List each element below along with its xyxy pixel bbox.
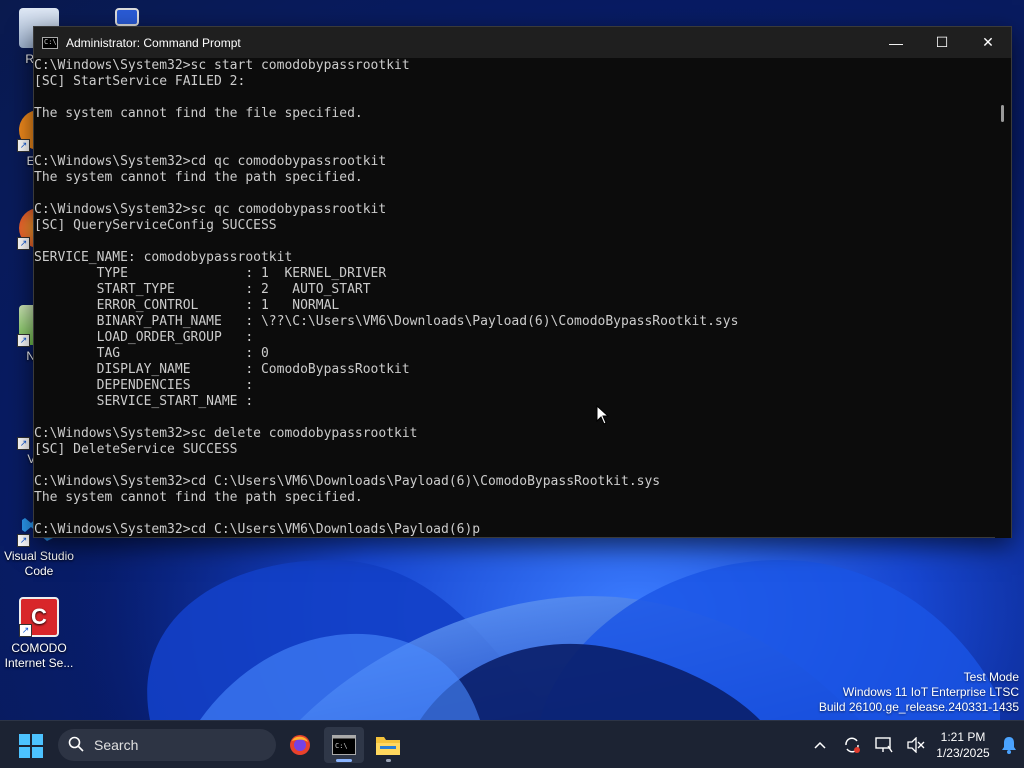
shortcut-arrow-icon: ↗	[17, 139, 30, 152]
volume-muted-icon[interactable]	[900, 737, 932, 753]
console-line: C:\Windows\System32>sc start comodobypas…	[34, 58, 410, 73]
shortcut-arrow-icon: ↗	[17, 534, 30, 547]
clock-date: 1/23/2025	[936, 746, 990, 760]
vertical-scrollbar[interactable]	[995, 58, 1011, 538]
console-line: ERROR_CONTROL : 1 NORMAL	[34, 298, 340, 313]
system-tray: 1:21 PM 1/23/2025	[804, 721, 1024, 768]
console-line: TAG : 0	[34, 346, 269, 361]
test-mode-watermark: Test Mode Windows 11 IoT Enterprise LTSC…	[819, 670, 1019, 715]
shortcut-arrow-icon: ↗	[19, 624, 32, 637]
window-titlebar[interactable]: C:\ Administrator: Command Prompt — ☐ ✕	[34, 27, 1011, 58]
watermark-line-1: Test Mode	[963, 670, 1019, 684]
scrollbar-thumb[interactable]	[1001, 105, 1004, 122]
console-output[interactable]: C:\Windows\System32>sc start comodobypas…	[34, 58, 996, 538]
console-line: [SC] QueryServiceConfig SUCCESS	[34, 218, 277, 233]
mouse-cursor-icon	[596, 404, 610, 430]
taskbar: Search C:\ 1:21 PM 1/23/2025	[0, 720, 1024, 768]
command-prompt-window[interactable]: C:\ Administrator: Command Prompt — ☐ ✕ …	[33, 26, 1012, 538]
maximize-button[interactable]: ☐	[919, 27, 965, 58]
console-line: START_TYPE : 2 AUTO_START	[34, 282, 371, 297]
console-line: C:\Windows\System32>sc delete comodobypa…	[34, 426, 418, 441]
console-line: The system cannot find the path specifie…	[34, 490, 363, 505]
close-icon: ✕	[982, 34, 994, 50]
running-indicator	[386, 759, 391, 762]
minimize-icon: —	[889, 34, 903, 51]
console-line: [SC] StartService FAILED 2:	[34, 74, 246, 89]
folder-icon	[376, 737, 400, 755]
comodo-icon: C ↗	[19, 597, 59, 637]
shortcut-arrow-icon: ↗	[17, 237, 30, 250]
console-line: BINARY_PATH_NAME : \??\C:\Users\VM6\Down…	[34, 314, 739, 329]
windows-logo-icon	[19, 734, 43, 758]
console-line: The system cannot find the path specifie…	[34, 170, 363, 185]
desktop-icon-label: Visual Studio Code	[4, 549, 74, 578]
console-line: The system cannot find the file specifie…	[34, 106, 363, 121]
console-line: TYPE : 1 KERNEL_DRIVER	[34, 266, 387, 281]
command-prompt-icon: C:\	[332, 735, 356, 755]
console-line: DISPLAY_NAME : ComodoBypassRootkit	[34, 362, 410, 377]
shortcut-arrow-icon: ↗	[17, 334, 30, 347]
command-prompt-icon: C:\	[42, 36, 58, 49]
console-line: DEPENDENCIES :	[34, 378, 254, 393]
watermark-line-2: Windows 11 IoT Enterprise LTSC	[842, 685, 1019, 699]
console-line: SERVICE_NAME: comodobypassrootkit	[34, 250, 293, 265]
start-button[interactable]	[18, 733, 44, 759]
svg-text:C:\: C:\	[335, 742, 348, 750]
close-button[interactable]: ✕	[965, 27, 1011, 58]
desktop-icon-comodo[interactable]: C ↗ COMODO Internet Se...	[0, 597, 78, 671]
taskbar-search[interactable]: Search	[58, 729, 276, 761]
desktop-icon-label: COMODO Internet Se...	[4, 641, 74, 670]
network-icon[interactable]	[868, 737, 900, 753]
firefox-icon	[290, 735, 310, 755]
watermark-line-3: Build 26100.ge_release.240331-1435	[818, 700, 1019, 714]
clock-time: 1:21 PM	[940, 730, 986, 744]
taskbar-app-command-prompt[interactable]: C:\	[324, 727, 364, 763]
console-line: C:\Windows\System32>cd C:\Users\VM6\Down…	[34, 522, 481, 537]
taskbar-clock[interactable]: 1:21 PM 1/23/2025	[932, 729, 994, 761]
console-line: SERVICE_START_NAME :	[34, 394, 254, 409]
sync-icon[interactable]	[836, 736, 868, 754]
show-hidden-icons-chevron-up-icon[interactable]	[804, 741, 836, 749]
shortcut-arrow-icon: ↗	[17, 437, 30, 450]
console-line: C:\Windows\System32>cd C:\Users\VM6\Down…	[34, 474, 661, 489]
console-line: C:\Windows\System32>cd qc comodobypassro…	[34, 154, 387, 169]
console-line: C:\Windows\System32>sc qc comodobypassro…	[34, 202, 387, 217]
taskbar-app-file-explorer[interactable]	[368, 727, 408, 763]
console-line: LOAD_ORDER_GROUP :	[34, 330, 254, 345]
maximize-icon: ☐	[935, 34, 949, 50]
console-line: [SC] DeleteService SUCCESS	[34, 442, 238, 457]
computer-icon	[115, 8, 139, 26]
active-indicator	[336, 759, 352, 762]
search-placeholder: Search	[94, 737, 139, 753]
minimize-button[interactable]: —	[873, 27, 919, 58]
search-icon	[68, 736, 84, 755]
window-title: Administrator: Command Prompt	[66, 35, 241, 50]
notification-bell-icon[interactable]	[994, 736, 1024, 754]
taskbar-app-firefox[interactable]	[280, 727, 320, 763]
